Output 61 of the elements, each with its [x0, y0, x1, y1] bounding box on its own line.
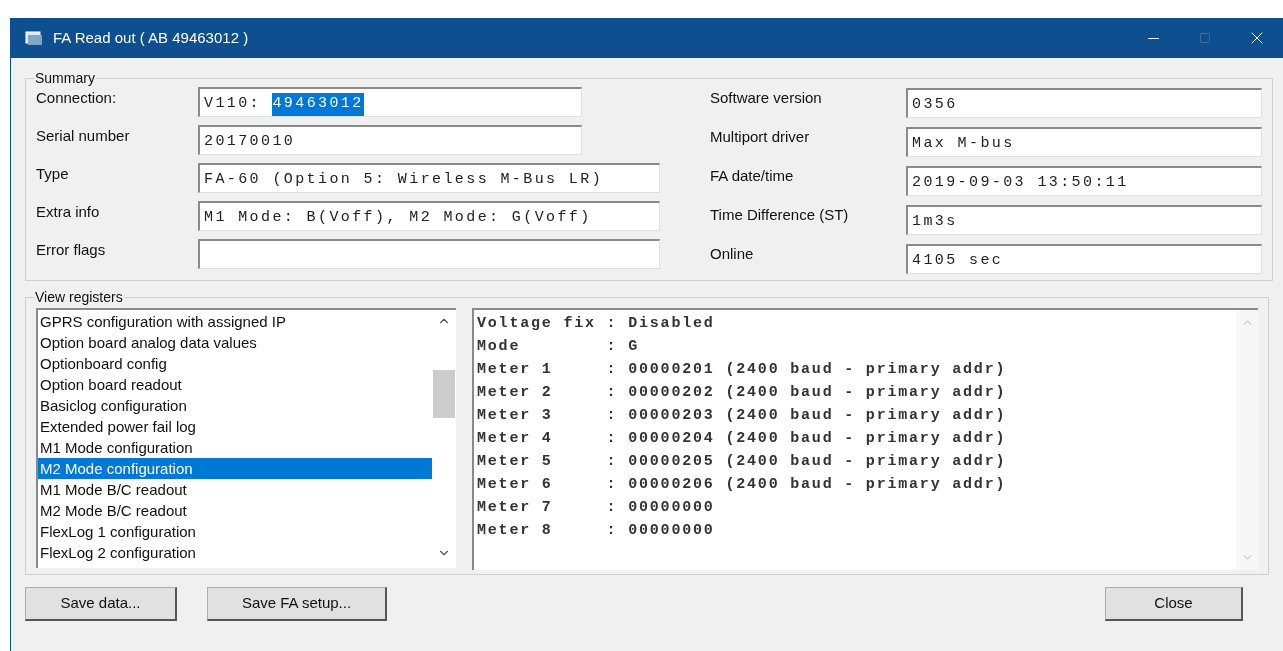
- list-item[interactable]: Option board analog data values: [38, 332, 432, 353]
- field-value: 1m3s: [912, 211, 958, 232]
- field-label: Software version: [710, 88, 823, 109]
- input-field[interactable]: 4105 sec: [906, 243, 1262, 274]
- field-value: 4105 sec: [912, 250, 1004, 271]
- input-field[interactable]: [198, 239, 660, 269]
- list-item[interactable]: Option board readout: [38, 374, 432, 395]
- dialog-button[interactable]: Save data...: [25, 587, 177, 621]
- output-line: Mode : G: [477, 337, 640, 357]
- minimize-icon: [1147, 37, 1159, 39]
- list-item[interactable]: Extended power fail log: [38, 416, 432, 437]
- group-title: View registers: [34, 288, 124, 307]
- list-item[interactable]: FlexLog 2 configuration: [38, 542, 432, 563]
- field-value: FA-60 (Option 5: Wireless M-Bus LR): [204, 170, 604, 191]
- group-title: Summary: [34, 69, 96, 88]
- input-field[interactable]: 1m3s: [906, 204, 1262, 235]
- field-label: Online: [710, 244, 755, 265]
- input-field[interactable]: Max M-bus: [906, 126, 1262, 157]
- input-field[interactable]: M1 Mode: B(Voff), M2 Mode: G(Voff): [198, 201, 660, 231]
- field-value: Max M-bus: [912, 133, 1015, 154]
- field-value: 20170010: [204, 132, 296, 153]
- output-line: Meter 7 : 00000000: [477, 498, 715, 518]
- list-item[interactable]: M1 Mode configuration: [38, 437, 432, 458]
- close-dialog-button[interactable]: Close: [1105, 587, 1243, 621]
- input-field[interactable]: FA-60 (Option 5: Wireless M-Bus LR): [198, 163, 660, 193]
- input-field[interactable]: 0356: [906, 87, 1262, 118]
- field-label: Error flags: [36, 239, 107, 260]
- window-title: FA Read out ( AB 49463012 ): [53, 27, 249, 48]
- output-line: Meter 2 : 00000202 (2400 baud - primary addr): [477, 383, 1007, 403]
- field-label: Multiport driver: [710, 127, 811, 148]
- input-field[interactable]: 20170010: [198, 125, 582, 155]
- scroll-thumb[interactable]: [433, 370, 455, 418]
- field-label: Time Difference (ST): [710, 205, 850, 226]
- list-item[interactable]: Optionboard config: [38, 353, 432, 374]
- field-value: M1 Mode: B(Voff), M2 Mode: G(Voff): [204, 208, 592, 229]
- maximize-icon: [1199, 32, 1211, 44]
- output-line: Meter 6 : 00000206 (2400 baud - primary addr): [477, 475, 1007, 495]
- input-field[interactable]: V110: 49463012: [198, 87, 582, 117]
- list-item[interactable]: Basiclog configuration: [38, 395, 432, 416]
- field-label: Connection:: [36, 87, 118, 108]
- field-label: Type: [36, 163, 70, 184]
- field-value: 2019-09-03 13:50:11: [912, 172, 1129, 193]
- field-label: Extra info: [36, 201, 101, 222]
- field-value: V110:: [204, 94, 262, 115]
- output-line: Meter 8 : 00000000: [477, 521, 715, 541]
- output-line: Meter 3 : 00000203 (2400 baud - primary addr): [477, 406, 1007, 426]
- list-item[interactable]: M2 Mode B/C readout: [38, 500, 432, 521]
- list-item[interactable]: M2 Mode configuration: [38, 458, 432, 479]
- output-line: Meter 4 : 00000204 (2400 baud - primary addr): [477, 429, 1007, 449]
- output-line: Voltage fix : Disabled: [477, 314, 715, 334]
- list-item[interactable]: FlexLog 1 configuration: [38, 521, 432, 542]
- field-label: Serial number: [36, 125, 131, 146]
- field-value: 0356: [912, 94, 958, 115]
- field-label: FA date/time: [710, 166, 795, 187]
- input-field[interactable]: 2019-09-03 13:50:11: [906, 165, 1262, 196]
- output-line: Meter 1 : 00000201 (2400 baud - primary addr): [477, 360, 1007, 380]
- list-item[interactable]: M1 Mode B/C readout: [38, 479, 432, 500]
- dialog-button[interactable]: Save FA setup...: [207, 587, 387, 621]
- selected-text: 49463012: [272, 93, 364, 116]
- output-line: Meter 5 : 00000205 (2400 baud - primary addr): [477, 452, 1007, 472]
- list-item[interactable]: GPRS configuration with assigned IP: [38, 311, 432, 332]
